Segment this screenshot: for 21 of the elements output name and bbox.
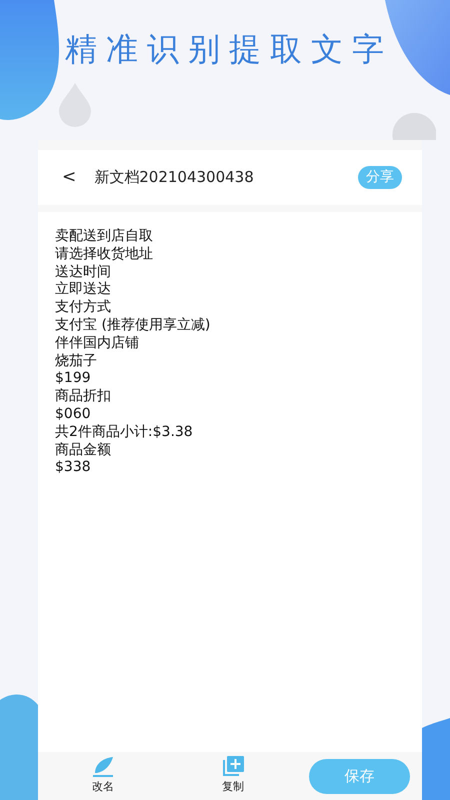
text-line: 支付方式	[55, 299, 112, 317]
text-line: 卖配送到店自取	[55, 228, 154, 246]
text-line: 请选择收货地址	[55, 246, 154, 264]
back-button[interactable]: <	[56, 169, 82, 186]
text-line: 烧茄子	[55, 352, 98, 370]
text-line: $199	[55, 370, 92, 388]
document-title: 新文档202104300438	[94, 167, 255, 188]
text-line: 立即送达	[55, 281, 112, 299]
rename-button[interactable]: 改名	[38, 756, 168, 796]
text-line: 送达时间	[55, 264, 112, 281]
text-line: 商品折扣	[55, 388, 112, 406]
text-line: $338	[55, 459, 92, 478]
text-line: 支付宝 (推荐使用享立减)	[55, 316, 212, 335]
text-line: 伴伴国内店铺	[55, 334, 140, 353]
copy-button[interactable]: 复制	[168, 756, 298, 796]
feather-icon	[91, 756, 115, 778]
copy-icon	[221, 756, 245, 778]
text-line: $060	[55, 406, 92, 424]
text-line: 商品金额	[55, 442, 112, 460]
headline: 精准识别提取文字	[65, 30, 393, 68]
text-line: 共2件商品小计:$3.38	[55, 424, 194, 442]
